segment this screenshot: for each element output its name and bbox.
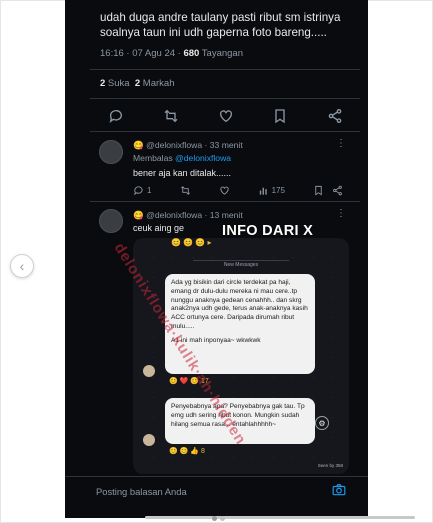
reply-text: bener aja kan ditalak...... [133,168,232,178]
divider [90,69,360,70]
divider [90,201,360,202]
views-count: 680 [183,48,200,59]
reply-actions: 1 175 [133,184,343,196]
reply-count: 1 [147,185,152,195]
seen-label: Seen by 358 [317,463,343,468]
divider [90,98,360,99]
previous-image-button[interactable]: ‹ [10,254,34,278]
new-messages-label: New Messages [193,260,289,268]
tweet-text: udah duga andre taulany pasti ribut sm i… [100,11,341,39]
reactions: 😊 😊 😊 ▸ [171,238,212,247]
bookmark-icon[interactable] [313,185,324,196]
more-icon[interactable]: ⋮ [336,138,346,149]
like-icon[interactable] [219,185,230,196]
avatar [143,365,155,377]
settings-icon: ⚙ [315,416,329,430]
chevron-left-icon: ‹ [19,258,25,274]
divider [90,131,360,132]
replying-to-handle[interactable]: @delonixflowa [175,153,231,163]
bookmark-icon[interactable] [272,108,288,124]
views-label: Tayangan [199,48,243,59]
reactions: 😊 😊 👍 8 [169,448,205,455]
replying-to: Membalas @delonixflowa [133,153,231,163]
share-icon[interactable] [327,108,343,124]
more-icon[interactable]: ⋮ [336,208,346,219]
camera-icon[interactable] [332,484,346,496]
message-text: A1 ini mah inponyaa~ wkwkwk [171,336,261,344]
tweet-actions [108,108,343,124]
carousel-dots [0,516,433,522]
emoji: 😋 [133,140,144,150]
reply-icon[interactable] [133,185,144,196]
reply-username[interactable]: 😋 @delonixflowa · 33 menit [133,140,243,151]
replying-to-label: Membalas [133,153,176,163]
reply-handle: @delonixflowa · 33 menit [143,140,243,150]
retweet-icon[interactable] [163,108,179,124]
screenshot-image: udah duga andre taulany pasti ribut sm i… [65,0,368,518]
views-icon[interactable] [258,185,269,196]
reply-username[interactable]: 😋 @delonixflowa · 13 menit [133,210,243,221]
carousel-dot[interactable] [212,516,217,521]
reply-handle: @delonixflowa · 13 menit [143,210,243,220]
emoji: 😋 [133,210,144,220]
avatar[interactable] [99,209,123,233]
reply-text: ceuk aing ge [133,223,185,233]
like-icon[interactable] [218,108,234,124]
avatar[interactable] [99,140,123,164]
view-count: 175 [271,185,285,195]
reply-composer[interactable]: Posting balasan Anda [65,478,368,505]
divider [65,476,368,477]
message-text: Ada yg bisikin dari circle terdekat pa h… [171,279,308,330]
reply-icon[interactable] [108,108,124,124]
share-icon[interactable] [332,185,343,196]
retweet-icon[interactable] [180,185,191,196]
tweet-stats: 2 Suka 2 Markah [100,78,175,89]
carousel-dot[interactable] [220,516,225,521]
reply-input[interactable]: Posting balasan Anda [96,486,187,497]
tweet-time: 16:16 · 07 Agu 24 · [100,48,184,59]
bookmarks-label: Markah [140,78,175,89]
overlay-caption: INFO DARI X [222,223,314,239]
avatar [143,434,155,446]
tweet-meta: 16:16 · 07 Agu 24 · 680 Tayangan [100,48,243,59]
likes-label: Suka [105,78,135,89]
